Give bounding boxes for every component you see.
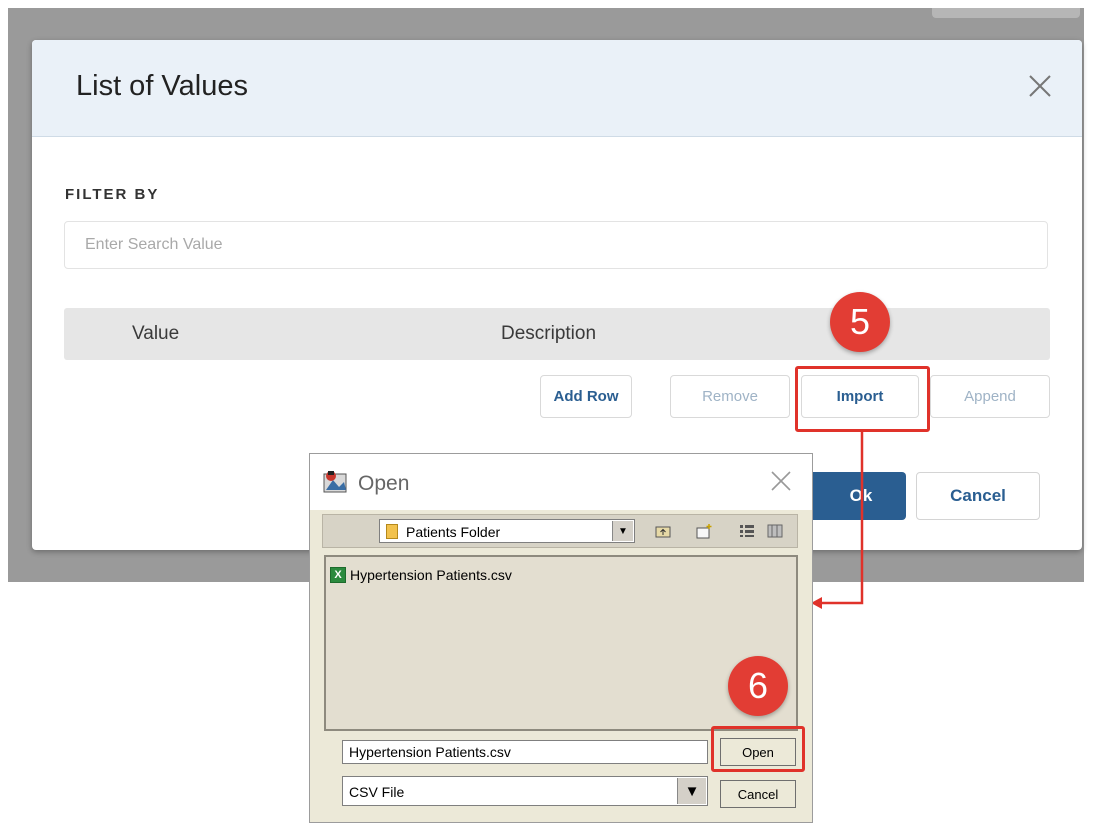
step-5-badge: 5 (830, 292, 890, 352)
folder-icon (386, 524, 398, 539)
list-item[interactable]: X Hypertension Patients.csv (330, 565, 512, 585)
step-6-badge: 6 (728, 656, 788, 716)
file-name-field[interactable] (342, 740, 708, 764)
file-type-select[interactable]: CSV File ▼ (342, 776, 708, 806)
open-highlight-box (711, 726, 805, 772)
backdrop-tab (932, 8, 1080, 18)
modal-header: List of Values (32, 40, 1082, 137)
new-folder-icon[interactable] (695, 521, 715, 541)
column-header-value[interactable]: Value (132, 323, 179, 345)
csv-file-icon: X (330, 567, 346, 583)
filter-label: FILTER BY (65, 186, 160, 203)
modal-title: List of Values (76, 70, 248, 102)
list-view-icon[interactable] (737, 521, 757, 541)
look-in-select[interactable]: Patients Folder ▼ (379, 519, 635, 543)
import-highlight-box (795, 366, 930, 432)
close-icon[interactable] (768, 468, 794, 494)
dialog-title: Open (358, 472, 410, 495)
close-icon[interactable] (1022, 68, 1056, 102)
dropdown-arrow-icon[interactable]: ▼ (677, 778, 706, 804)
add-row-button[interactable]: Add Row (540, 375, 632, 418)
table-header: Value Description (64, 308, 1050, 360)
up-folder-icon[interactable] (653, 521, 673, 541)
look-in-value: Patients Folder (406, 524, 501, 540)
details-view-icon[interactable] (765, 521, 785, 541)
dialog-title-bar: Open (310, 454, 812, 510)
file-type-value: CSV File (349, 784, 405, 800)
search-input[interactable] (64, 221, 1048, 269)
dialog-toolbar: Patients Folder ▼ (322, 514, 798, 548)
app-icon (323, 471, 347, 493)
file-name: Hypertension Patients.csv (350, 567, 512, 583)
ok-button[interactable]: Ok (802, 472, 906, 520)
column-header-description[interactable]: Description (501, 323, 596, 345)
append-button[interactable]: Append (930, 375, 1050, 418)
remove-button[interactable]: Remove (670, 375, 790, 418)
cancel-button[interactable]: Cancel (916, 472, 1040, 520)
dialog-cancel-button[interactable]: Cancel (720, 780, 796, 808)
file-list: X Hypertension Patients.csv (324, 555, 798, 731)
dropdown-arrow-icon[interactable]: ▼ (612, 521, 633, 541)
